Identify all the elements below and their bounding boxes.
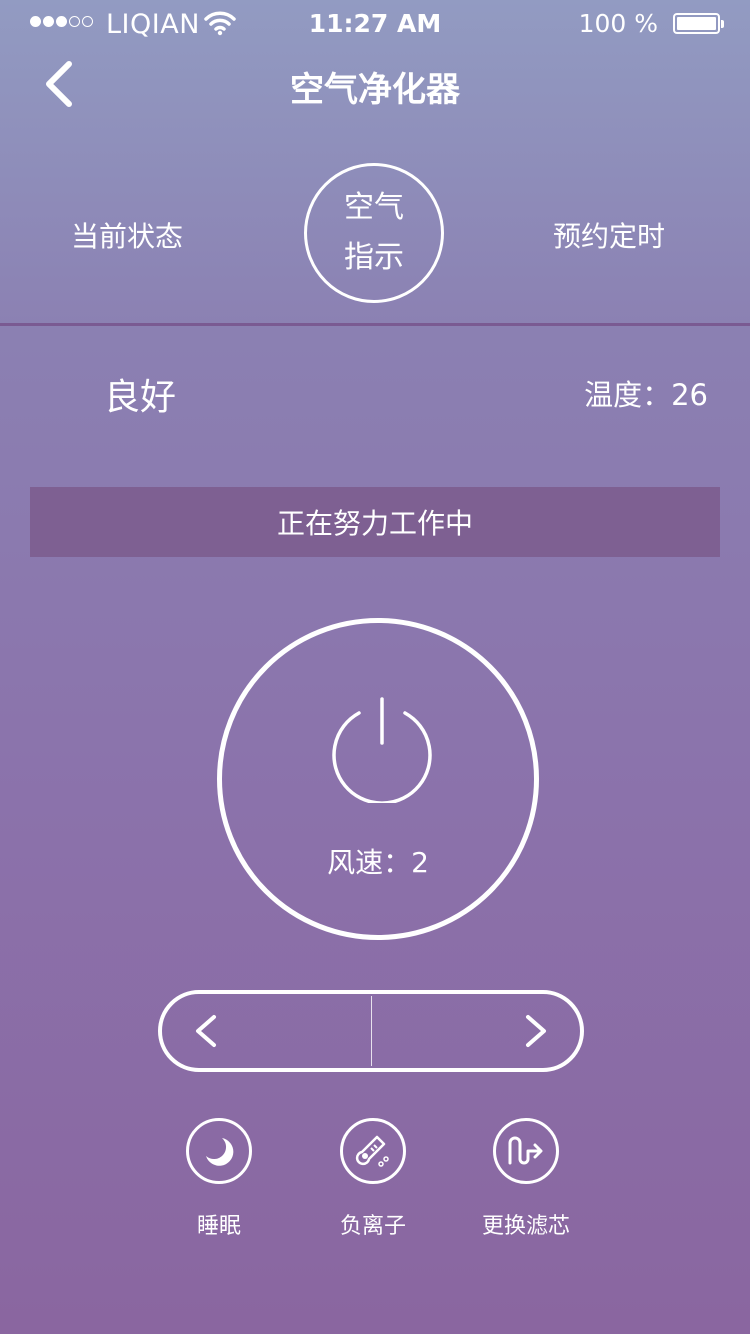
moon-icon bbox=[206, 1138, 234, 1166]
chevron-left-icon bbox=[196, 1015, 216, 1047]
power-button[interactable]: 风速：2 bbox=[217, 618, 539, 940]
fan-speed-readout: 风速：2 bbox=[327, 846, 429, 879]
negative-ion-button[interactable]: 负离子 bbox=[293, 1118, 453, 1240]
ion-icon-circle bbox=[340, 1118, 406, 1184]
air-quality-status: 良好 bbox=[104, 377, 177, 418]
tab-air-indicator-line2: 指示 bbox=[344, 240, 404, 275]
working-status-banner: 正在努力工作中 bbox=[30, 487, 720, 557]
tab-air-indicator[interactable]: 空气 指示 bbox=[304, 163, 444, 303]
page-title: 空气净化器 bbox=[290, 70, 460, 110]
battery-icon bbox=[673, 13, 724, 34]
replace-filter-button[interactable]: 更换滤芯 bbox=[446, 1118, 606, 1240]
sleep-mode-button[interactable]: 睡眠 bbox=[139, 1118, 299, 1240]
filter-flow-icon bbox=[508, 1136, 543, 1165]
tab-divider bbox=[0, 323, 750, 326]
decrease-speed-button[interactable] bbox=[162, 994, 371, 1068]
sleep-icon-circle bbox=[186, 1118, 252, 1184]
chevron-right-icon bbox=[526, 1015, 546, 1047]
status-bar: LIQIAN 11:27 AM 100 % bbox=[0, 0, 750, 48]
filter-icon-circle bbox=[493, 1118, 559, 1184]
power-icon bbox=[332, 697, 432, 803]
negative-ion-label: 负离子 bbox=[339, 1214, 406, 1239]
tab-current-status[interactable]: 当前状态 bbox=[71, 215, 183, 255]
replace-filter-label: 更换滤芯 bbox=[481, 1214, 570, 1239]
temperature-readout: 温度：26 bbox=[584, 378, 708, 412]
tab-air-indicator-line1: 空气 bbox=[344, 190, 404, 225]
thermometer-icon bbox=[355, 1135, 389, 1167]
battery-percentage: 100 % bbox=[578, 9, 658, 38]
tab-schedule-timer[interactable]: 预约定时 bbox=[553, 215, 665, 255]
fan-speed-control bbox=[158, 990, 584, 1072]
increase-speed-button[interactable] bbox=[372, 994, 581, 1068]
sleep-label: 睡眠 bbox=[196, 1214, 241, 1239]
